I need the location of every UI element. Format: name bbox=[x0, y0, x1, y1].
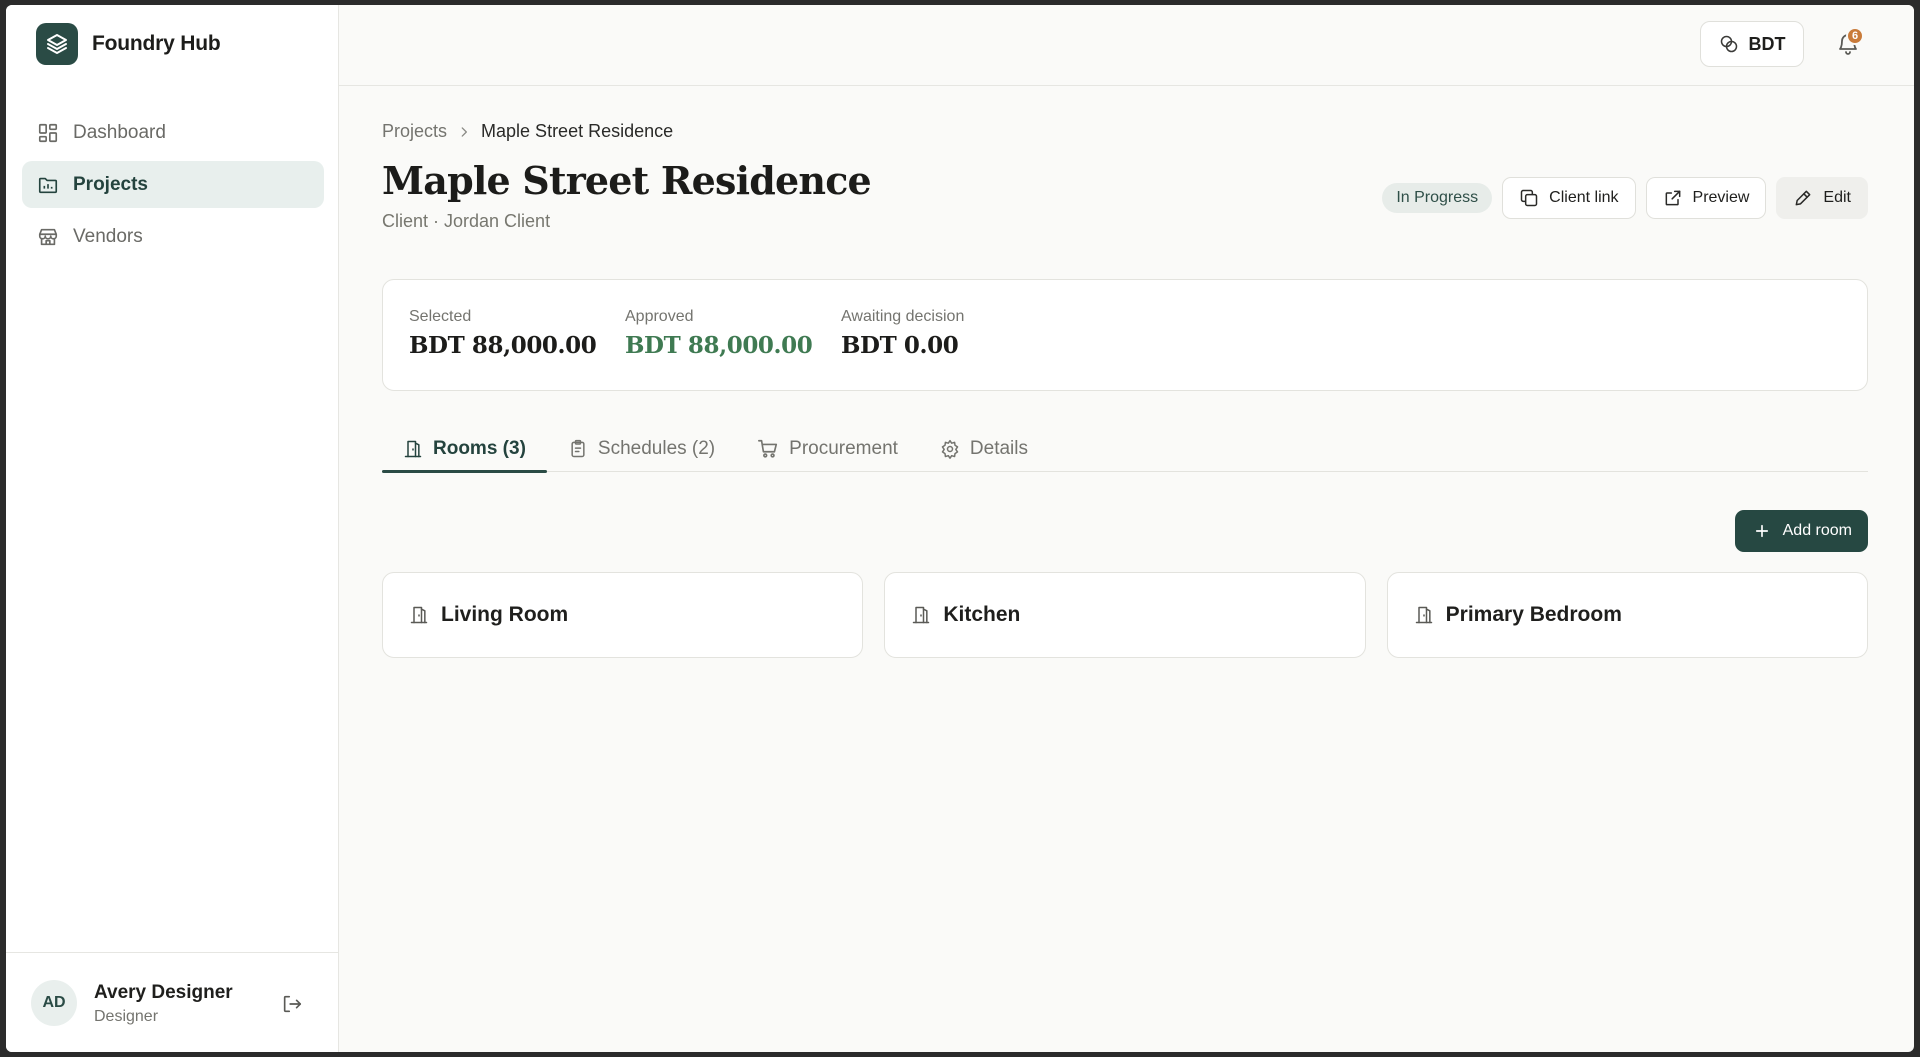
clipboard-icon bbox=[571, 439, 585, 458]
dashboard-icon bbox=[38, 123, 58, 142]
stat-value: BDT 0.00 bbox=[841, 332, 959, 359]
room-card[interactable]: Living Room bbox=[382, 572, 864, 658]
sidebar: Foundry Hub Dashboard Projects Vendors A… bbox=[6, 5, 339, 1052]
door-icon bbox=[1415, 606, 1432, 624]
chevron-right-icon bbox=[461, 126, 468, 137]
pencil-icon bbox=[1796, 190, 1811, 206]
stat-label: Selected bbox=[409, 308, 472, 325]
sidebar-item-label: Projects bbox=[73, 173, 148, 195]
stat-selected: Selected BDT 88,000.00 bbox=[409, 308, 597, 359]
breadcrumb-current: Maple Street Residence bbox=[481, 121, 674, 141]
currency-selector[interactable]: BDT bbox=[1700, 21, 1804, 67]
store-icon bbox=[38, 228, 58, 245]
stat-value: BDT 88,000.00 bbox=[409, 332, 597, 359]
logout-button[interactable] bbox=[281, 993, 303, 1020]
user-name: Avery Designer bbox=[94, 982, 233, 1003]
client-link-button[interactable]: Client link bbox=[1502, 177, 1636, 219]
sidebar-item-dashboard[interactable]: Dashboard bbox=[22, 109, 324, 156]
breadcrumb-parent[interactable]: Projects bbox=[382, 121, 447, 142]
door-icon bbox=[913, 606, 930, 624]
door-icon bbox=[404, 440, 422, 458]
door-icon bbox=[410, 606, 428, 624]
tab-rooms[interactable]: Rooms (3) bbox=[382, 426, 547, 473]
room-name: Primary Bedroom bbox=[1445, 603, 1622, 626]
user-panel: AD Avery Designer Designer bbox=[6, 952, 338, 1052]
edit-button[interactable]: Edit bbox=[1776, 177, 1868, 219]
user-role: Designer bbox=[94, 1008, 159, 1025]
app-name: Foundry Hub bbox=[92, 32, 221, 55]
external-link-icon bbox=[1665, 190, 1680, 206]
gear-icon bbox=[941, 439, 959, 459]
brand[interactable]: Foundry Hub bbox=[36, 23, 221, 65]
page-title: Maple Street Residence bbox=[382, 158, 872, 203]
status-badge: In Progress bbox=[1382, 183, 1493, 213]
stat-label: Approved bbox=[625, 308, 694, 325]
project-tabs: Rooms (3) Schedules (2) Procurement Deta… bbox=[382, 426, 1868, 473]
client-link-label: Client link bbox=[1549, 189, 1619, 206]
currency-label: BDT bbox=[1748, 33, 1786, 54]
stat-label: Awaiting decision bbox=[841, 308, 965, 325]
project-client: Client · Jordan Client bbox=[382, 211, 551, 231]
plus-icon bbox=[1755, 524, 1768, 538]
avatar[interactable]: AD bbox=[31, 980, 77, 1026]
sidebar-item-label: Vendors bbox=[73, 225, 143, 247]
add-room-button[interactable]: Add room bbox=[1734, 510, 1868, 552]
main-area: BDT 6 Projects Maple Street Residence Ma… bbox=[339, 5, 1914, 1052]
room-name: Kitchen bbox=[943, 603, 1021, 626]
project-actions: In Progress Client link Preview Edit bbox=[1382, 177, 1868, 219]
stat-value: BDT 88,000.00 bbox=[625, 332, 813, 359]
cart-icon bbox=[758, 439, 778, 458]
add-room-label: Add room bbox=[1782, 522, 1852, 539]
breadcrumb: Projects Maple Street Residence bbox=[382, 121, 673, 142]
topbar: BDT 6 bbox=[339, 5, 1914, 86]
tab-schedules[interactable]: Schedules (2) bbox=[547, 426, 736, 472]
app-window: Foundry Hub Dashboard Projects Vendors A… bbox=[6, 5, 1914, 1052]
room-grid: Living Room Kitchen Primary Bedroom bbox=[382, 572, 1868, 658]
tab-details[interactable]: Details bbox=[919, 426, 1049, 472]
sidebar-item-label: Dashboard bbox=[73, 121, 166, 143]
folder-icon bbox=[38, 177, 58, 193]
preview-button[interactable]: Preview bbox=[1645, 177, 1767, 219]
tab-procurement[interactable]: Procurement bbox=[736, 426, 919, 472]
room-card[interactable]: Primary Bedroom bbox=[1386, 572, 1868, 658]
copy-icon bbox=[1520, 189, 1538, 207]
budget-summary: Selected BDT 88,000.00 Approved BDT 88,0… bbox=[382, 279, 1868, 391]
stat-approved: Approved BDT 88,000.00 bbox=[625, 308, 813, 359]
logout-icon bbox=[283, 995, 302, 1013]
tab-label: Details bbox=[969, 438, 1028, 459]
coins-icon bbox=[1720, 35, 1737, 53]
edit-label: Edit bbox=[1823, 189, 1851, 206]
room-card[interactable]: Kitchen bbox=[884, 572, 1366, 658]
sidebar-nav: Dashboard Projects Vendors bbox=[22, 109, 324, 265]
room-name: Living Room bbox=[441, 603, 569, 626]
notification-badge: 6 bbox=[1846, 27, 1864, 45]
preview-label: Preview bbox=[1692, 189, 1750, 206]
layers-icon bbox=[36, 23, 78, 65]
tab-label: Schedules (2) bbox=[597, 438, 716, 459]
tab-label: Rooms (3) bbox=[433, 438, 526, 459]
stat-awaiting: Awaiting decision BDT 0.00 bbox=[841, 308, 964, 359]
sidebar-item-projects[interactable]: Projects bbox=[22, 161, 324, 208]
tab-label: Procurement bbox=[789, 438, 898, 459]
sidebar-item-vendors[interactable]: Vendors bbox=[22, 213, 324, 260]
